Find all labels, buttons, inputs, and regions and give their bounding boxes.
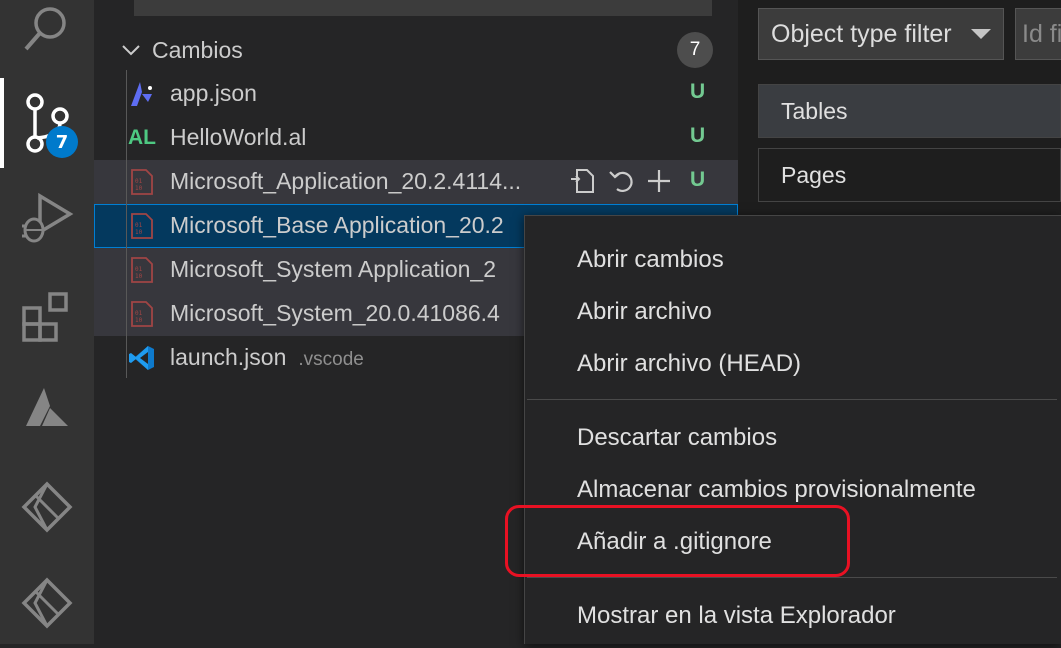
file-folder-desc: .vscode [298, 349, 364, 370]
menu-item-label: Descartar cambios [577, 424, 778, 451]
pages-button[interactable]: Pages [758, 148, 1061, 202]
power-platform-icon-2[interactable] [0, 558, 94, 648]
highlight-annotation-box [505, 505, 850, 577]
al-file-icon: AL [128, 126, 156, 149]
status-untracked: U [690, 124, 706, 147]
azure-icon[interactable] [0, 364, 94, 454]
file-name: app.json [170, 80, 257, 106]
file-name: launch.json .vscode [170, 344, 364, 371]
open-file-icon[interactable] [568, 166, 598, 196]
svg-text:10: 10 [135, 273, 143, 280]
status-untracked: U [690, 80, 706, 103]
discard-icon[interactable] [606, 166, 636, 196]
file-name: Microsoft_Application_20.2.4114... [170, 168, 522, 194]
file-name: HelloWorld.al [170, 124, 307, 150]
stage-plus-icon[interactable] [644, 166, 674, 196]
tables-button[interactable]: Tables [758, 84, 1061, 138]
menu-separator [527, 577, 1057, 578]
binary-file-icon: 01 10 [128, 212, 156, 240]
pages-label: Pages [781, 161, 847, 188]
source-control-badge: 7 [46, 126, 78, 158]
section-title: Cambios [152, 36, 243, 63]
power-platform-icon[interactable] [0, 462, 94, 552]
file-row-ms-application[interactable]: 01 10 Microsoft_Application_20.2.4114... … [94, 160, 738, 204]
menu-item-open-file[interactable]: Abrir archivo [525, 286, 1061, 338]
file-name-text: launch.json [170, 344, 287, 370]
object-type-filter-select[interactable]: Object type filter [758, 8, 1004, 60]
menu-item-reveal-in-explorer[interactable]: Mostrar en la vista Explorador [525, 590, 1061, 642]
activity-bar: 7 [0, 0, 94, 644]
menu-item-discard-changes[interactable]: Descartar cambios [525, 412, 1061, 464]
svg-text:10: 10 [135, 317, 143, 324]
status-untracked: U [690, 168, 706, 191]
menu-item-label: Abrir cambios [577, 246, 724, 273]
extensions-icon[interactable] [0, 272, 94, 362]
menu-item-label: Abrir archivo [577, 298, 712, 325]
search-icon[interactable] [0, 0, 94, 60]
tables-label: Tables [781, 97, 848, 124]
commit-message-input[interactable] [134, 0, 712, 16]
menu-item-open-file-head[interactable]: Abrir archivo (HEAD) [525, 338, 1061, 390]
file-name: Microsoft_Base Application_20.2 [170, 212, 504, 238]
svg-text:10: 10 [135, 185, 143, 192]
changes-section-header[interactable]: Cambios 7 [94, 28, 738, 72]
binary-file-icon: 01 10 [128, 300, 156, 328]
file-row-helloworld[interactable]: AL HelloWorld.al U [94, 116, 738, 160]
menu-item-label: Abrir archivo (HEAD) [577, 350, 802, 377]
file-name: Microsoft_System Application_2 [170, 256, 496, 282]
vscode-icon [128, 344, 156, 372]
binary-file-icon: 01 10 [128, 256, 156, 284]
svg-text:01: 01 [135, 178, 143, 185]
binary-file-icon: 01 10 [128, 168, 156, 196]
chevron-down-icon [122, 45, 140, 56]
menu-separator [527, 399, 1057, 400]
menu-item-label: Almacenar cambios provisionalmente [577, 476, 976, 503]
run-debug-icon[interactable] [0, 172, 94, 262]
menu-item-open-changes[interactable]: Abrir cambios [525, 234, 1061, 286]
tree-indent-guide [126, 70, 127, 378]
context-menu: Abrir cambios Abrir archivo Abrir archiv… [524, 215, 1061, 644]
source-control-icon[interactable] [0, 78, 94, 168]
svg-text:01: 01 [135, 222, 143, 229]
id-filter-placeholder: Id fi [1022, 19, 1061, 48]
svg-text:01: 01 [135, 310, 143, 317]
file-name: Microsoft_System_20.0.41086.4 [170, 300, 500, 326]
row-actions [568, 166, 674, 196]
menu-item-label: Mostrar en la vista Explorador [577, 602, 896, 629]
dropdown-arrow-icon [971, 29, 991, 39]
id-filter-input[interactable]: Id fi [1015, 8, 1061, 60]
file-row-app-json[interactable]: app.json U [94, 72, 738, 116]
svg-text:01: 01 [135, 266, 143, 273]
filter-label: Object type filter [771, 19, 952, 48]
changes-count-badge: 7 [677, 32, 713, 68]
al-app-icon [128, 80, 156, 108]
svg-text:10: 10 [135, 229, 143, 236]
